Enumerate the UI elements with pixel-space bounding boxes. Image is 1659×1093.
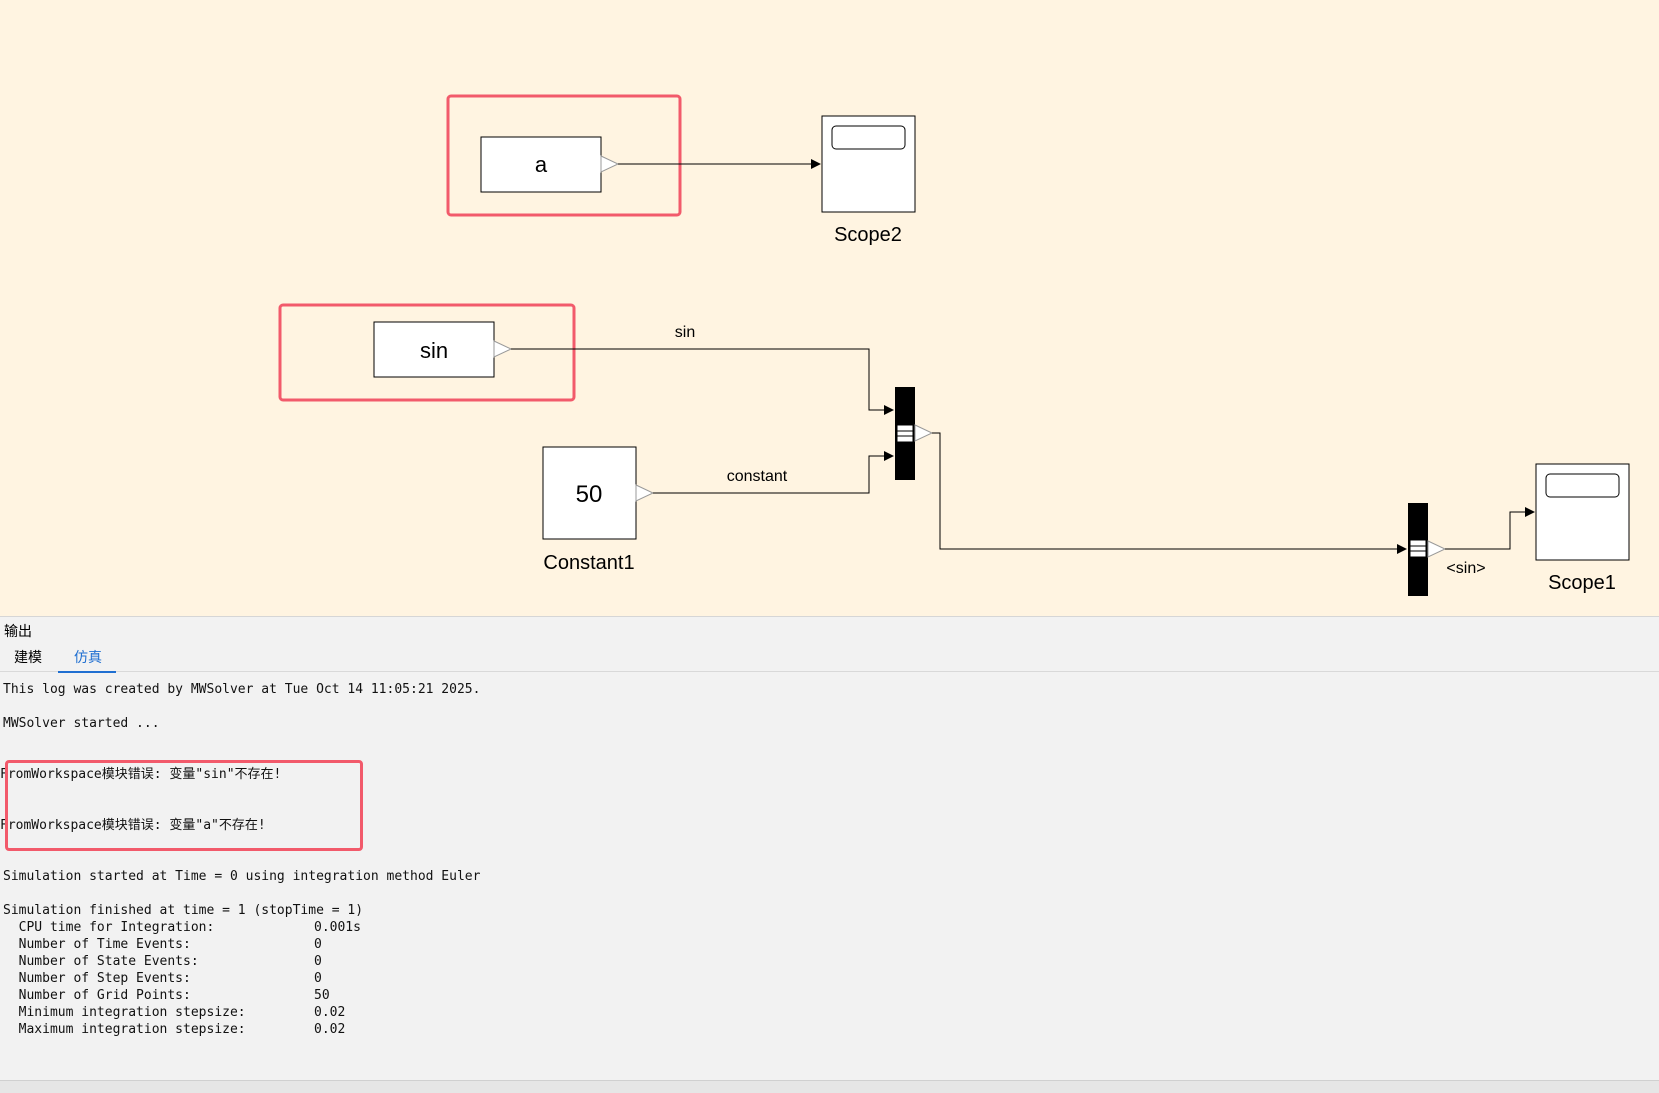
log-line-sim-finish: Simulation finished at time = 1 (stopTim… — [3, 903, 364, 918]
stat-value: 0 — [314, 954, 322, 969]
from-workspace-block-sin[interactable]: sin — [373, 321, 513, 378]
signal-label-sin: sin — [675, 324, 695, 341]
scope-screen-icon — [831, 125, 906, 150]
stat-label: Number of Time Events: — [3, 937, 191, 952]
bus-creator-block[interactable] — [895, 387, 934, 480]
log-line-sim-start: Simulation started at Time = 0 using int… — [3, 869, 481, 884]
output-port-icon — [600, 155, 620, 173]
output-port-icon — [914, 424, 934, 442]
stat-value: 0.001s — [314, 920, 361, 935]
bus-selector-block[interactable] — [1408, 503, 1447, 596]
log-line-created: This log was created by MWSolver at Tue … — [3, 682, 481, 697]
scope1-label: Scope1 — [1548, 572, 1616, 594]
output-panel: 输出 建模 仿真 This log was created by MWSolve… — [0, 617, 1659, 1093]
highlight-box-errors — [5, 760, 363, 851]
constant-block[interactable]: 50 Constant1 — [542, 446, 655, 574]
constant-name-label: Constant1 — [543, 552, 634, 574]
stat-label: Number of State Events: — [3, 954, 199, 969]
tab-simulation[interactable]: 仿真 — [58, 647, 116, 673]
signal-line-selector — [1445, 507, 1535, 550]
status-bar — [0, 1080, 1659, 1093]
signal-label-selector: <sin> — [1446, 560, 1485, 577]
from-workspace-sin-label: sin — [420, 338, 448, 363]
scope2-label: Scope2 — [834, 224, 902, 246]
constant-value: 50 — [576, 481, 603, 508]
stat-label: Minimum integration stepsize: — [3, 1005, 246, 1020]
from-workspace-a-label: a — [535, 152, 548, 177]
bus-icon — [896, 424, 914, 443]
output-tabs: 建模 仿真 — [0, 641, 1659, 673]
stat-value: 0 — [314, 971, 322, 986]
output-port-icon — [635, 484, 655, 502]
diagram-svg: a Scope2 sin sin 50 Constant1 constant <… — [278, 94, 1630, 596]
stat-value: 0 — [314, 937, 322, 952]
stat-value: 0.02 — [314, 1005, 346, 1020]
stat-value: 50 — [314, 988, 330, 1003]
signal-line-bus — [932, 432, 1407, 554]
tab-modeling[interactable]: 建模 — [14, 647, 42, 671]
stat-label: CPU time for Integration: — [3, 920, 215, 935]
signal-label-constant: constant — [727, 468, 788, 485]
stat-label: Maximum integration stepsize: — [3, 1022, 246, 1037]
output-port-icon — [493, 340, 513, 358]
scope-screen-icon — [1545, 473, 1620, 498]
from-workspace-block-a[interactable]: a — [480, 136, 620, 193]
stat-label: Number of Grid Points: — [3, 988, 191, 1003]
log-line-started: MWSolver started ... — [3, 716, 160, 731]
bus-icon — [1409, 539, 1427, 558]
scope1-block[interactable]: Scope1 — [1535, 463, 1630, 594]
output-port-icon — [1427, 540, 1447, 558]
output-panel-title: 输出 — [4, 623, 32, 639]
scope2-block[interactable]: Scope2 — [821, 115, 916, 246]
stat-label: Number of Step Events: — [3, 971, 191, 986]
stat-value: 0.02 — [314, 1022, 346, 1037]
model-canvas[interactable]: a Scope2 sin sin 50 Constant1 constant <… — [0, 0, 1659, 617]
